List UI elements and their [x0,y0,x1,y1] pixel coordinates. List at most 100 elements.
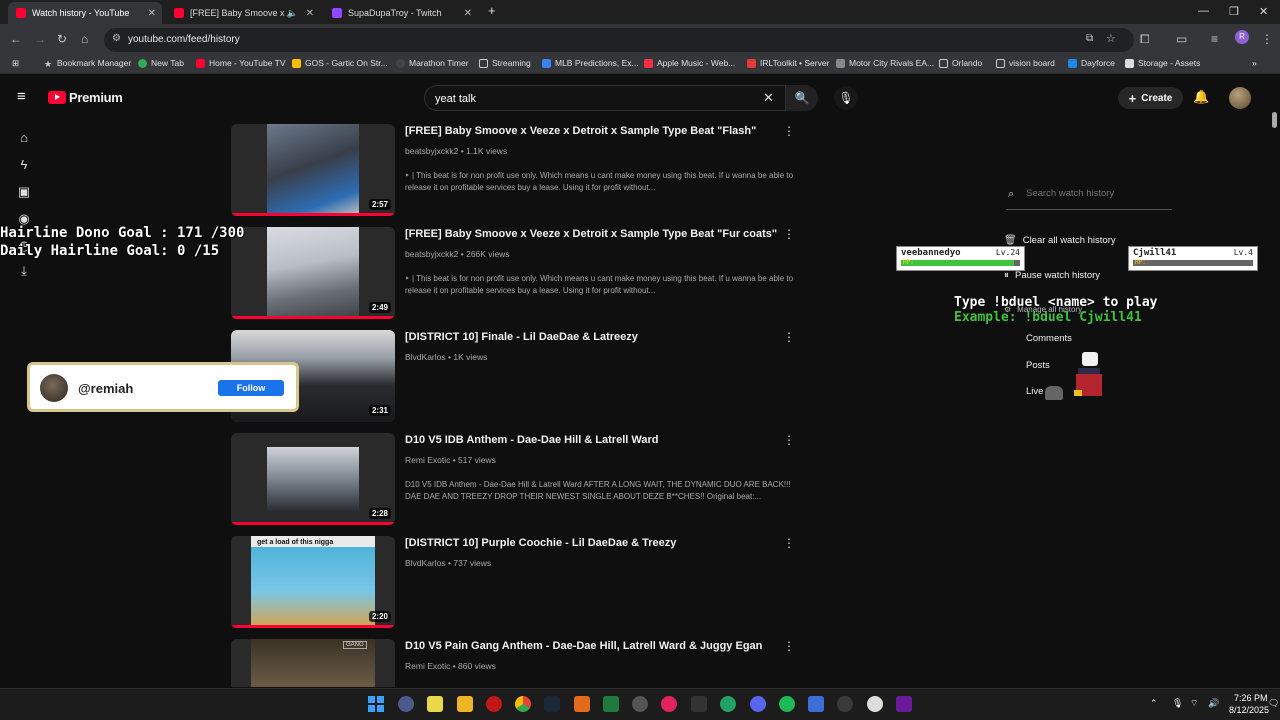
live-link[interactable]: Live [1026,386,1043,397]
account-avatar[interactable] [1229,87,1251,109]
channel-name[interactable]: beatsbyjxckk2 [405,249,458,259]
channel-name[interactable]: beatsbyjxckk2 [405,146,458,156]
start-icon[interactable] [368,696,384,712]
extensions-icon[interactable]: ⧠ [1140,32,1150,47]
bookmark-item[interactable]: Storage - Assets [1125,58,1200,68]
bookmark-item[interactable]: GOS - Gartic On Str... [292,58,388,68]
apps-icon[interactable]: ⊞ [12,58,19,69]
gamepad-icon[interactable] [720,696,736,712]
video-item[interactable]: 2:31 [DISTRICT 10] Finale - Lil DaeDae &… [231,330,801,430]
bookmark-item[interactable]: Marathon Timer [396,58,469,68]
video-item[interactable]: GANG D10 V5 Pain Gang Anthem - Dae-Dae H… [231,639,801,687]
close-icon[interactable]: ✕ [464,8,472,19]
back-icon[interactable]: ← [10,32,22,46]
video-thumbnail[interactable]: GANG [231,639,395,687]
follow-button[interactable]: Follow [218,380,284,396]
file-explorer-icon[interactable] [457,696,473,712]
watch-history-search-input[interactable] [1026,188,1166,199]
menu-icon[interactable]: ⋮ [1261,32,1273,46]
video-title[interactable]: D10 V5 Pain Gang Anthem - Dae-Dae Hill, … [405,640,762,652]
bookmark-folder[interactable]: Streaming [479,58,531,68]
video-thumbnail[interactable]: 2:49 [231,227,395,319]
search-box[interactable]: ✕ [424,85,786,111]
pause-history-button[interactable]: ⏸ Pause watch history [1004,270,1100,281]
new-tab-icon[interactable]: + [488,3,496,18]
minimize-icon[interactable]: — [1198,5,1209,17]
bookmark-item[interactable]: Home - YouTube TV [196,58,286,68]
excel-icon[interactable] [603,696,619,712]
search-input[interactable] [435,90,735,108]
notepad-icon[interactable] [808,696,824,712]
video-title[interactable]: D10 V5 IDB Anthem - Dae-Dae Hill & Latre… [405,434,658,446]
create-button[interactable]: + Create [1118,87,1183,109]
restore-icon[interactable]: ❐ [1229,5,1239,18]
video-item[interactable]: 2:28 D10 V5 IDB Anthem - Dae-Dae Hill & … [231,433,801,533]
watch-history-search[interactable]: ⌕ [1006,184,1172,210]
channel-name[interactable]: Remi Exotic [405,661,450,671]
bookmark-item[interactable]: ★ Bookmark Manager [44,58,131,69]
steam-icon[interactable] [544,696,560,712]
network-icon[interactable]: ⌔ [1190,698,1198,709]
more-actions-icon[interactable]: ⋮ [783,227,795,241]
volume-icon[interactable]: 🔊 [1208,698,1219,709]
cast-icon[interactable]: ▭ [1176,32,1187,46]
music-app-icon[interactable] [661,696,677,712]
video-item[interactable]: get a load of this nigga 2:20 [DISTRICT … [231,536,801,636]
notes-app-icon[interactable] [427,696,443,712]
speaker-icon[interactable]: 🔈 [287,8,298,19]
subscriptions-icon[interactable]: ▣ [16,184,32,200]
video-title[interactable]: [FREE] Baby Smoove x Veeze x Detroit x S… [405,125,756,137]
app-icon[interactable] [691,696,707,712]
bookmark-star-icon[interactable]: ☆ [1106,32,1116,45]
more-actions-icon[interactable]: ⋮ [783,433,795,447]
spotify-icon[interactable] [779,696,795,712]
bookmark-item[interactable]: Dayforce [1068,58,1115,68]
downloads-icon[interactable]: ⤓ [16,263,32,279]
youtube-logo[interactable]: Premium [48,90,123,105]
close-icon[interactable]: ✕ [148,8,156,19]
video-title[interactable]: [DISTRICT 10] Finale - Lil DaeDae & Latr… [405,331,638,343]
clock-date[interactable]: 8/12/2025 [1229,705,1269,715]
tab-search-icon[interactable]: ≡ [1211,32,1218,46]
video-thumbnail[interactable]: 2:57 [231,124,395,216]
posts-link[interactable]: Posts [1026,360,1050,371]
clock-time[interactable]: 7:26 PM [1234,693,1268,703]
microphone-tray-icon[interactable]: 🎙 [1172,698,1183,709]
channel-name[interactable]: Remi Exotic [405,455,450,465]
more-bookmarks-icon[interactable]: » [1252,58,1257,68]
video-title[interactable]: [FREE] Baby Smoove x Veeze x Detroit x S… [405,228,777,240]
close-icon[interactable]: ✕ [306,8,314,19]
reload-icon[interactable]: ↻ [57,32,67,46]
page-scrollbar-thumb[interactable] [1272,112,1277,128]
forward-icon[interactable]: → [34,32,46,46]
more-actions-icon[interactable]: ⋮ [783,536,795,550]
task-view-icon[interactable] [398,696,414,712]
discord-icon[interactable] [750,696,766,712]
bookmark-item[interactable]: Apple Music - Web... [644,58,735,68]
video-thumbnail[interactable]: get a load of this nigga 2:20 [231,536,395,628]
more-actions-icon[interactable]: ⋮ [783,330,795,344]
obs-icon[interactable] [632,696,648,712]
bookmark-item[interactable]: MLB Predictions, Ex... [542,58,639,68]
tab-baby-smoove[interactable]: [FREE] Baby Smoove x Vee 🔈 ✕ [166,2,320,24]
video-item[interactable]: 2:49 [FREE] Baby Smoove x Veeze x Detroi… [231,227,801,327]
chrome-icon[interactable] [515,696,531,712]
bookmark-folder[interactable]: Orlando [939,58,982,68]
bookmark-item[interactable]: IRLToolkit • Server [747,58,829,68]
tray-overflow-icon[interactable]: ⌃ [1150,698,1158,709]
tab-watch-history[interactable]: Watch history - YouTube ✕ [8,2,162,24]
bookmark-item[interactable]: New Tab [138,58,184,68]
video-thumbnail[interactable]: 2:28 [231,433,395,525]
clear-history-button[interactable]: 🗑 Clear all watch history [1004,235,1116,246]
profile-icon[interactable]: R [1235,30,1249,44]
settings-app-icon[interactable] [867,696,883,712]
channel-name[interactable]: BlvdKarlos [405,352,446,362]
search-button[interactable]: 🔍 [786,85,818,111]
channel-name[interactable]: BlvdKarlos [405,558,446,568]
comments-link[interactable]: Comments [1026,333,1072,344]
hamburger-menu-icon[interactable]: ≡ [17,88,26,105]
next-app-icon[interactable] [896,696,912,712]
tab-twitch[interactable]: SupaDupaTroy - Twitch ✕ [324,2,478,24]
home-icon[interactable]: ⌂ [16,130,32,146]
opera-icon[interactable] [486,696,502,712]
